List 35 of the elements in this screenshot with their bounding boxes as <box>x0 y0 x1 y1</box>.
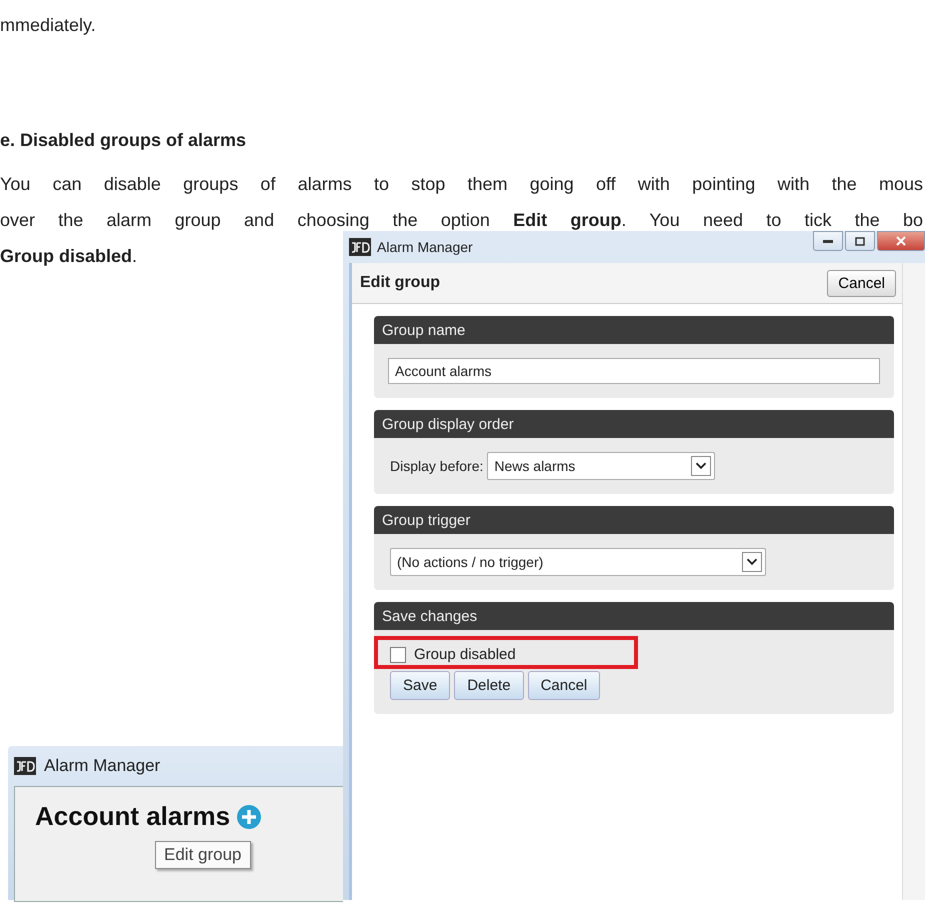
app-logo-icon <box>14 757 36 775</box>
minimize-button[interactable] <box>813 231 843 251</box>
checkbox[interactable] <box>390 646 406 662</box>
checkbox-label: Group disabled <box>414 646 516 663</box>
app-logo-icon <box>349 238 371 256</box>
paragraph-line: over the alarm group and choosing the option Edit group. You need to tick the bo <box>0 209 923 232</box>
chevron-down-icon <box>691 456 712 476</box>
section-heading: e. Disabled groups of alarms <box>0 129 246 152</box>
body-text: mmediately. <box>0 14 96 37</box>
group-name-field[interactable]: Account alarms <box>388 358 880 384</box>
tooltip: Edit group <box>155 841 250 869</box>
group-title: Account alarms <box>35 801 230 832</box>
maximize-icon <box>855 236 865 246</box>
window-title: Alarm Manager <box>44 756 160 776</box>
minimize-icon <box>823 240 833 242</box>
section-title: Group display order <box>374 410 894 438</box>
section-title: Group trigger <box>374 506 894 534</box>
paragraph-line: Group disabled. <box>0 245 138 268</box>
close-button[interactable] <box>877 231 925 251</box>
section-title: Group name <box>374 316 894 344</box>
dropdown[interactable]: (No actions / no trigger) <box>390 548 766 576</box>
plus-icon[interactable] <box>236 804 262 830</box>
action-button[interactable]: Save <box>390 671 450 700</box>
paragraph-line: You can disable groups of alarms to stop them going off with pointing with the mous <box>0 173 923 196</box>
panel-title: Edit group <box>360 274 440 292</box>
chevron-down-icon <box>742 552 762 572</box>
close-icon <box>896 236 906 246</box>
maximize-button[interactable] <box>845 231 875 251</box>
dropdown[interactable]: News alarms <box>487 452 716 480</box>
section-title: Save changes <box>374 602 894 630</box>
action-button[interactable]: Cancel <box>528 671 600 700</box>
field-label: Display before: <box>390 458 484 474</box>
window-title: Alarm Manager <box>377 239 473 255</box>
cancel-button[interactable]: Cancel <box>827 270 896 296</box>
action-button[interactable]: Delete <box>454 671 524 700</box>
